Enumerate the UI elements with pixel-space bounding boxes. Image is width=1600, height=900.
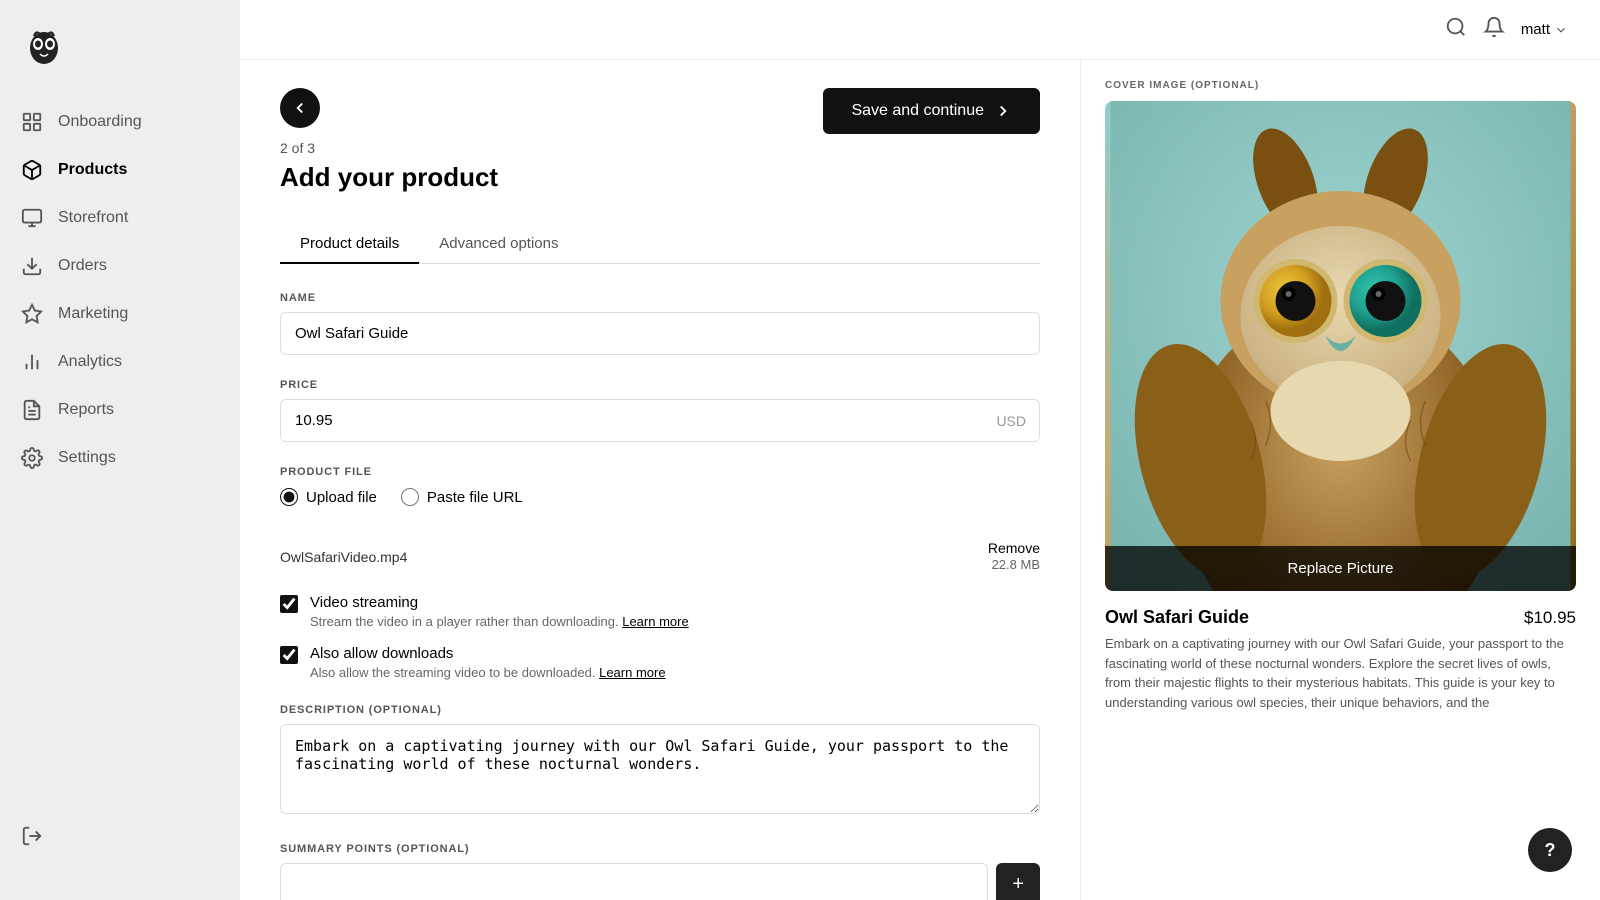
file-name-label: OwlSafariVideo.mp4 <box>280 549 407 565</box>
video-streaming-checkbox[interactable] <box>280 595 298 613</box>
content-wrapper: 2 of 3 Add your product Save and continu… <box>240 60 1600 900</box>
sidebar-item-orders-label: Orders <box>58 257 107 275</box>
sidebar-item-reports[interactable]: Reports <box>0 386 240 434</box>
star-icon <box>20 302 44 326</box>
sidebar-item-orders[interactable]: Orders <box>0 242 240 290</box>
summary-label: SUMMARY POINTS (OPTIONAL) <box>280 843 1040 855</box>
sidebar-item-marketing-label: Marketing <box>58 305 128 323</box>
header: matt <box>240 0 1600 60</box>
also-allow-desc: Also allow the streaming video to be dow… <box>310 665 666 680</box>
bar-chart-icon <box>20 350 44 374</box>
sidebar-item-onboarding[interactable]: Onboarding <box>0 98 240 146</box>
name-input[interactable] <box>280 312 1040 355</box>
save-continue-button[interactable]: Save and continue <box>823 88 1040 134</box>
also-allow-downloads-checkbox[interactable] <box>280 646 298 664</box>
description-field-group: DESCRIPTION (OPTIONAL) Embark on a capti… <box>280 704 1040 819</box>
download-icon <box>20 254 44 278</box>
summary-input[interactable] <box>280 863 988 900</box>
paste-url-option[interactable]: Paste file URL <box>401 488 523 506</box>
tabs: Product details Advanced options <box>280 225 1040 264</box>
sidebar-item-storefront[interactable]: Storefront <box>0 194 240 242</box>
sidebar-item-products[interactable]: Products <box>0 146 240 194</box>
also-allow-learn-more[interactable]: Learn more <box>599 665 665 680</box>
page-title: Add your product <box>280 162 498 193</box>
preview-title: Owl Safari Guide $10.95 <box>1105 607 1576 628</box>
back-button[interactable] <box>280 88 320 128</box>
sidebar-item-products-label: Products <box>58 161 127 179</box>
step-indicator: 2 of 3 <box>280 140 498 156</box>
upload-file-option[interactable]: Upload file <box>280 488 377 506</box>
username-label: matt <box>1521 21 1550 38</box>
tab-advanced-options[interactable]: Advanced options <box>419 225 578 264</box>
tab-product-details[interactable]: Product details <box>280 225 419 264</box>
cover-image-label: COVER IMAGE (OPTIONAL) <box>1105 80 1576 91</box>
upload-file-radio[interactable] <box>280 488 298 506</box>
user-menu[interactable]: matt <box>1521 21 1568 38</box>
name-field-group: NAME <box>280 292 1040 355</box>
gear-icon <box>20 446 44 470</box>
search-icon[interactable] <box>1445 16 1467 43</box>
sidebar-item-analytics-label: Analytics <box>58 353 122 371</box>
doc-icon <box>20 398 44 422</box>
sidebar-item-analytics[interactable]: Analytics <box>0 338 240 386</box>
video-streaming-learn-more[interactable]: Learn more <box>622 614 688 629</box>
price-input[interactable] <box>280 399 1040 442</box>
also-allow-title: Also allow downloads <box>310 645 666 662</box>
currency-label: USD <box>996 413 1026 429</box>
paste-url-radio[interactable] <box>401 488 419 506</box>
price-field-group: PRICE USD <box>280 379 1040 442</box>
form-area: 2 of 3 Add your product Save and continu… <box>240 60 1080 900</box>
description-label: DESCRIPTION (OPTIONAL) <box>280 704 1040 716</box>
chart-icon <box>20 110 44 134</box>
sidebar-item-storefront-label: Storefront <box>58 209 128 227</box>
replace-picture-button[interactable]: Replace Picture <box>1105 546 1576 591</box>
video-streaming-option: Video streaming Stream the video in a pl… <box>280 594 1040 629</box>
sidebar-item-settings-label: Settings <box>58 449 116 467</box>
monitor-icon <box>20 206 44 230</box>
product-file-group: PRODUCT FILE Upload file Paste file URL <box>280 466 1040 506</box>
file-info: OwlSafariVideo.mp4 Remove 22.8 MB <box>280 530 1040 584</box>
main-content: matt 2 of 3 Add your product Save and co… <box>240 0 1600 900</box>
summary-field-group: SUMMARY POINTS (OPTIONAL) + <box>280 843 1040 900</box>
description-textarea[interactable]: Embark on a captivating journey with our… <box>280 724 1040 814</box>
sidebar-item-marketing[interactable]: Marketing <box>0 290 240 338</box>
help-button[interactable]: ? <box>1528 828 1572 872</box>
file-size-label: 22.8 MB <box>992 557 1040 572</box>
bell-icon[interactable] <box>1483 16 1505 43</box>
sidebar-item-logout[interactable] <box>0 812 240 860</box>
cover-image <box>1105 101 1576 591</box>
add-summary-button[interactable]: + <box>996 863 1040 900</box>
preview-description: Embark on a captivating journey with our… <box>1105 634 1576 712</box>
remove-file-button[interactable]: Remove <box>988 540 1040 556</box>
preview-price: $10.95 <box>1524 608 1576 628</box>
box-icon <box>20 158 44 182</box>
sidebar-item-onboarding-label: Onboarding <box>58 113 142 131</box>
logout-icon <box>20 824 44 848</box>
file-meta: Remove 22.8 MB <box>988 540 1040 574</box>
sidebar-item-settings[interactable]: Settings <box>0 434 240 482</box>
sidebar-item-reports-label: Reports <box>58 401 114 419</box>
options-checkboxes: Video streaming Stream the video in a pl… <box>280 594 1040 680</box>
header-icons: matt <box>1445 16 1568 43</box>
also-allow-downloads-option: Also allow downloads Also allow the stre… <box>280 645 1040 680</box>
preview-area: COVER IMAGE (OPTIONAL) <box>1080 60 1600 900</box>
product-file-label: PRODUCT FILE <box>280 466 1040 478</box>
sidebar: Onboarding Products Storefront Orders Ma… <box>0 0 240 900</box>
video-streaming-desc: Stream the video in a player rather than… <box>310 614 689 629</box>
app-logo <box>20 20 68 68</box>
video-streaming-title: Video streaming <box>310 594 689 611</box>
name-label: NAME <box>280 292 1040 304</box>
price-label: PRICE <box>280 379 1040 391</box>
cover-image-wrapper: Replace Picture <box>1105 101 1576 591</box>
file-upload-options: Upload file Paste file URL <box>280 488 1040 506</box>
